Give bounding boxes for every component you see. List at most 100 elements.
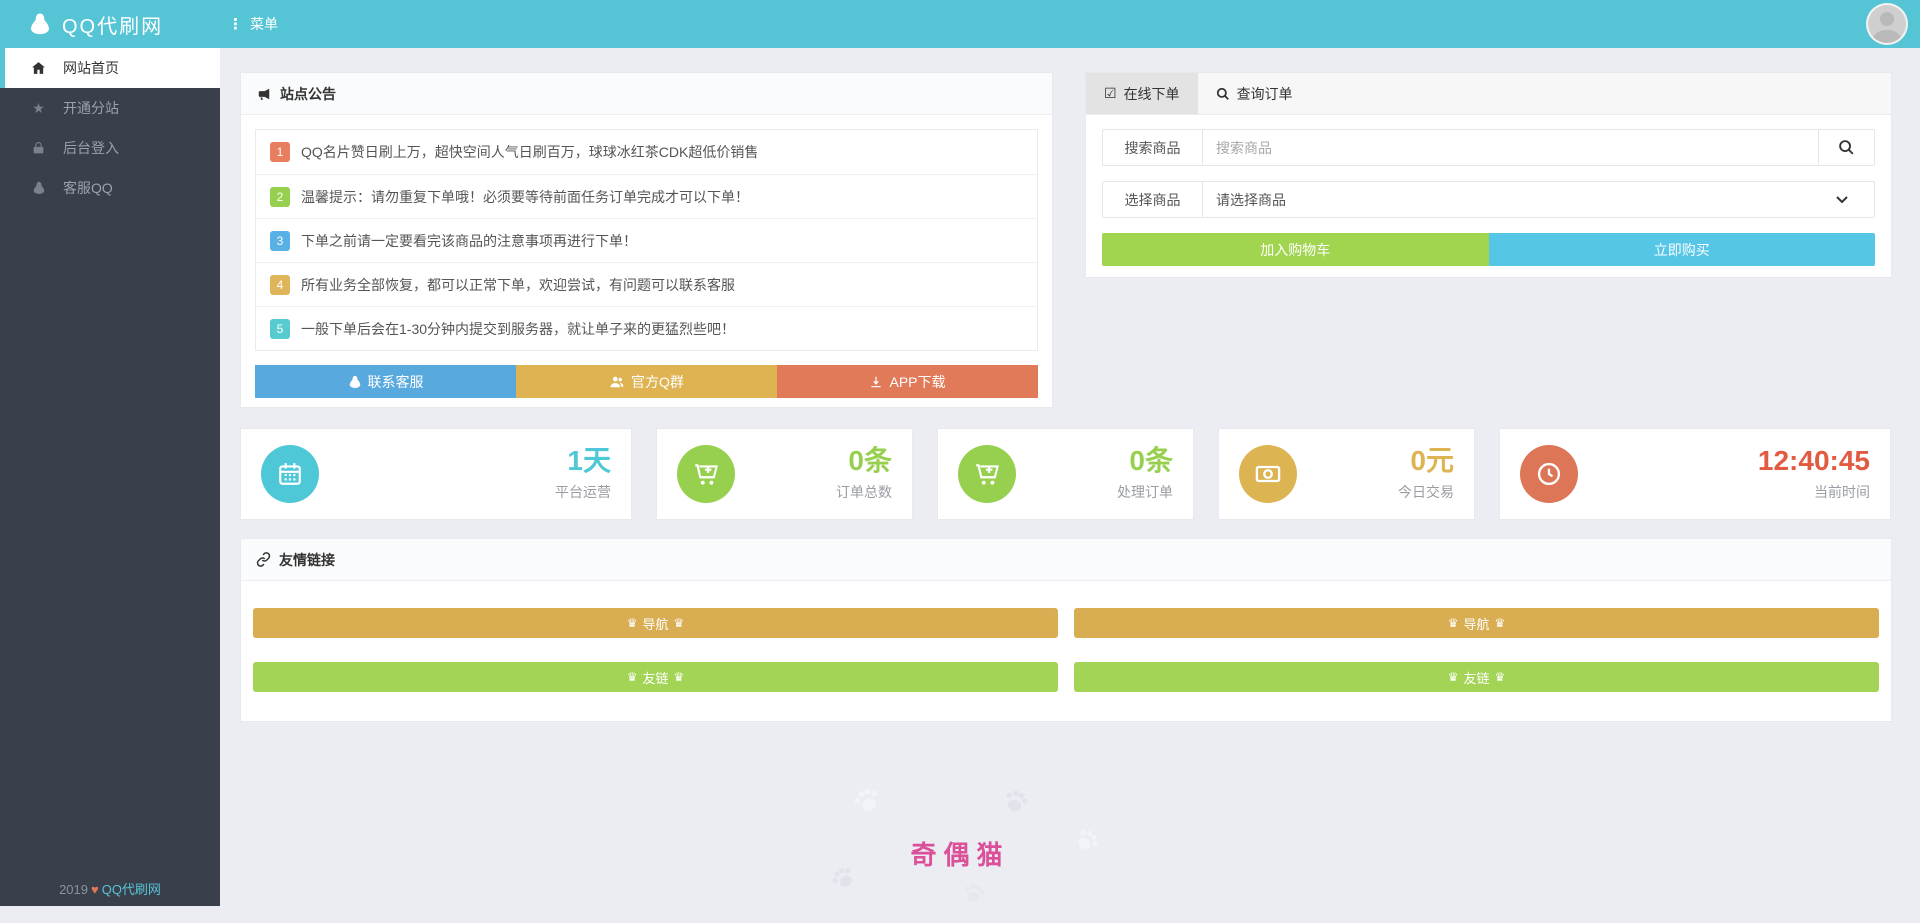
checkbox-icon: ☑: [1104, 85, 1117, 102]
download-icon: [869, 375, 883, 389]
nav-link-button[interactable]: ♛ 导航 ♛: [1074, 608, 1879, 638]
link-icon: [256, 552, 271, 567]
vertical-dots-icon: ⋮: [228, 15, 243, 33]
notice-item[interactable]: 5 一般下单后会在1-30分钟内提交到服务器，就让单子来的更猛烈些吧！: [256, 306, 1037, 350]
brand-title: QQ代刷网: [62, 10, 163, 39]
notice-number-badge: 4: [270, 275, 290, 295]
cart-icon: [958, 445, 1016, 503]
buy-now-button[interactable]: 立即购买: [1489, 233, 1876, 266]
search-product-button[interactable]: [1818, 130, 1874, 165]
links-panel: 友情链接 ♛ 导航 ♛ ♛ 导航 ♛ ♛ 友链 ♛: [240, 538, 1892, 722]
stat-label: 订单总数: [836, 482, 892, 502]
nav-link-button[interactable]: ♛ 导航 ♛: [253, 608, 1058, 638]
stat-card-platform-days: 1天 平台运营: [240, 428, 632, 520]
stat-card-processing-orders: 0条 处理订单: [937, 428, 1194, 520]
links-title: 友情链接: [279, 550, 335, 570]
friend-link-button[interactable]: ♛ 友链 ♛: [253, 662, 1058, 692]
notice-item[interactable]: 4 所有业务全部恢复，都可以正常下单，欢迎尝试，有问题可以联系客服: [256, 262, 1037, 306]
brand[interactable]: QQ代刷网: [28, 0, 163, 48]
paw-print-icon: [996, 781, 1036, 821]
sidebar-item-label: 网站首页: [63, 58, 119, 78]
tab-online-order[interactable]: ☑ 在线下单: [1086, 73, 1198, 114]
notice-text: 一般下单后会在1-30分钟内提交到服务器，就让单子来的更猛烈些吧！: [301, 319, 735, 339]
money-icon: [1239, 445, 1297, 503]
crown-icon: ♛: [1495, 670, 1506, 684]
qq-logo-icon: [28, 12, 52, 36]
stat-card-total-orders: 0条 订单总数: [656, 428, 913, 520]
select-product-dropdown[interactable]: 请选择商品: [1203, 182, 1874, 217]
notice-text: 温馨提示：请勿重复下单哦！必须要等待前面任务订单完成才可以下单！: [301, 187, 749, 207]
contact-service-button[interactable]: 联系客服: [255, 365, 516, 398]
menu-toggle[interactable]: ⋮ 菜单: [228, 0, 278, 48]
sidebar-item-label: 后台登入: [63, 138, 119, 158]
announcement-buttons: 联系客服 官方Q群 APP下载: [255, 365, 1038, 398]
search-product-input[interactable]: [1203, 130, 1818, 165]
paw-print-icon: [1066, 819, 1108, 861]
qq-penguin-icon: [30, 181, 47, 195]
stat-value: 0条: [1117, 446, 1173, 477]
megaphone-icon: [256, 87, 272, 101]
notice-item[interactable]: 1 QQ名片赞日刷上万，超快空间人气日刷百万，球球冰红茶CDK超低价销售: [256, 130, 1037, 174]
select-product-group: 选择商品 请选择商品: [1102, 181, 1875, 218]
announcement-header: 站点公告: [241, 73, 1052, 115]
heart-icon: ♥: [88, 882, 102, 897]
notice-item[interactable]: 3 下单之前请一定要看完该商品的注意事项再进行下单！: [256, 218, 1037, 262]
app-download-button[interactable]: APP下载: [777, 365, 1038, 398]
links-header: 友情链接: [241, 539, 1891, 581]
paw-print-icon: [822, 857, 864, 899]
stat-label: 当前时间: [1758, 482, 1870, 502]
stat-card-current-time: 12:40:45 当前时间: [1499, 428, 1891, 520]
watermark: 奇偶猫: [810, 783, 1110, 923]
person-icon: [1868, 5, 1906, 43]
paw-print-icon: [958, 877, 990, 909]
official-qq-group-button[interactable]: 官方Q群: [516, 365, 777, 398]
notice-text: QQ名片赞日刷上万，超快空间人气日刷百万，球球冰红茶CDK超低价销售: [301, 142, 758, 162]
stat-label: 处理订单: [1117, 482, 1173, 502]
avatar[interactable]: [1866, 3, 1908, 45]
notice-number-badge: 3: [270, 231, 290, 251]
stat-label: 平台运营: [555, 482, 611, 502]
tab-query-order[interactable]: 查询订单: [1198, 73, 1311, 114]
notice-number-badge: 5: [270, 319, 290, 339]
notice-item[interactable]: 2 温馨提示：请勿重复下单哦！必须要等待前面任务订单完成才可以下单！: [256, 174, 1037, 218]
star-icon: ★: [30, 100, 47, 117]
crown-icon: ♛: [1448, 670, 1459, 684]
footer-year: 2019: [59, 882, 88, 897]
select-product-label: 选择商品: [1103, 182, 1203, 217]
stat-value: 0元: [1398, 446, 1454, 477]
chevron-down-icon: [1836, 196, 1848, 204]
search-icon: [1216, 87, 1230, 101]
paw-print-icon: [844, 777, 889, 822]
search-product-group: 搜索商品: [1102, 129, 1875, 166]
crown-icon: ♛: [674, 670, 685, 684]
sidebar-item-home[interactable]: 网站首页: [0, 48, 220, 88]
users-icon: [609, 375, 625, 389]
stat-value: 1天: [555, 446, 611, 477]
stat-value: 12:40:45: [1758, 446, 1870, 477]
notice-number-badge: 1: [270, 142, 290, 162]
footer-site-link[interactable]: QQ代刷网: [102, 882, 161, 897]
crown-icon: ♛: [627, 616, 638, 630]
order-tabs: ☑ 在线下单 查询订单: [1086, 73, 1891, 115]
stat-value: 0条: [836, 446, 892, 477]
add-to-cart-button[interactable]: 加入购物车: [1102, 233, 1489, 266]
sidebar-footer: 2019♥QQ代刷网: [0, 879, 220, 898]
stat-card-today-trade: 0元 今日交易: [1218, 428, 1475, 520]
notice-text: 下单之前请一定要看完该商品的注意事项再进行下单！: [301, 231, 637, 251]
stats-row: 1天 平台运营 0条 订单总数 0条 处理订单: [240, 428, 1892, 520]
sidebar-item-service-qq[interactable]: 客服QQ: [0, 168, 220, 208]
friend-link-button[interactable]: ♛ 友链 ♛: [1074, 662, 1879, 692]
order-panel: ☑ 在线下单 查询订单 搜索商品 选择商品: [1085, 72, 1892, 278]
crown-icon: ♛: [1448, 616, 1459, 630]
sidebar-item-admin-login[interactable]: 后台登入: [0, 128, 220, 168]
app-root: QQ代刷网 ⋮ 菜单 网站首页 ★ 开通分站 后台登入: [0, 0, 1920, 906]
sidebar-item-label: 开通分站: [63, 98, 119, 118]
crown-icon: ♛: [674, 616, 685, 630]
qq-penguin-icon: [348, 375, 362, 389]
top-header: QQ代刷网 ⋮ 菜单: [0, 0, 1920, 48]
announcement-panel: 站点公告 1 QQ名片赞日刷上万，超快空间人气日刷百万，球球冰红茶CDK超低价销…: [240, 72, 1053, 408]
sidebar-item-label: 客服QQ: [63, 178, 113, 198]
announcement-title: 站点公告: [280, 84, 336, 104]
search-icon: [1838, 139, 1855, 156]
sidebar-item-substation[interactable]: ★ 开通分站: [0, 88, 220, 128]
